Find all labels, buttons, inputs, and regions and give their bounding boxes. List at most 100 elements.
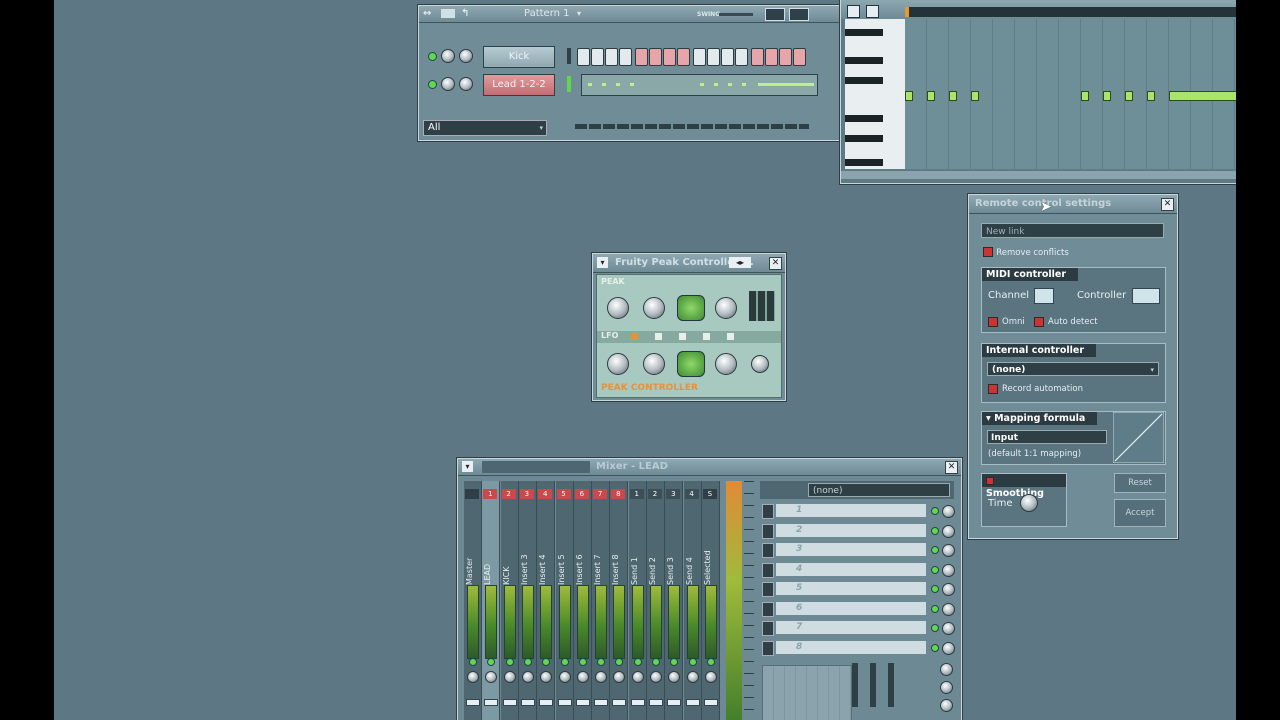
close-icon[interactable]: ✕: [1161, 198, 1174, 211]
volume-fader[interactable]: [466, 699, 480, 706]
track-enable-led[interactable]: [597, 658, 606, 666]
effect-slot[interactable]: 1: [760, 503, 955, 519]
omni-checkbox[interactable]: [988, 317, 998, 327]
mixer-track[interactable]: 4 Send 4: [683, 481, 702, 720]
pan-knob[interactable]: [704, 671, 717, 683]
slot-menu-icon[interactable]: [762, 543, 774, 558]
volume-fader[interactable]: [649, 699, 663, 706]
mixer-track[interactable]: 3 Send 3: [665, 481, 684, 720]
slot-mix-knob[interactable]: [942, 544, 955, 557]
channel-filter-select[interactable]: All ▾: [423, 120, 547, 136]
internal-controller-select[interactable]: (none) ▾: [987, 362, 1159, 376]
channel-button-kick[interactable]: Kick: [483, 46, 555, 68]
eq-slider[interactable]: [888, 663, 894, 707]
lfo-shape-icon[interactable]: [703, 333, 710, 340]
volume-knob[interactable]: [459, 77, 473, 91]
volume-fader[interactable]: [630, 699, 645, 706]
accept-button[interactable]: Accept: [1114, 499, 1166, 527]
step[interactable]: [735, 48, 748, 66]
track-enable-led[interactable]: [706, 658, 715, 666]
tool-icon[interactable]: [866, 5, 879, 18]
step-scroll[interactable]: [575, 124, 809, 129]
close-icon[interactable]: ✕: [769, 257, 782, 270]
channel-rack-titlebar[interactable]: ↔ ↰ Pattern 1 ▾ SWING: [419, 6, 839, 23]
eq-knob[interactable]: [940, 681, 953, 694]
chevron-down-icon[interactable]: ▾: [597, 257, 608, 268]
effect-slot[interactable]: 3: [760, 542, 955, 558]
effect-slot[interactable]: 7: [760, 620, 955, 636]
track-enable-led[interactable]: [560, 658, 569, 666]
pan-knob[interactable]: [631, 671, 644, 683]
channel-field[interactable]: [1034, 288, 1054, 304]
slot-mix-knob[interactable]: [942, 602, 955, 616]
lfo-shape-icon[interactable]: [655, 333, 662, 340]
slot-menu-icon[interactable]: [762, 582, 774, 597]
volume-fader[interactable]: [484, 699, 499, 706]
slot-enable-led[interactable]: [931, 585, 939, 593]
mixer-track[interactable]: 2 Send 2: [647, 481, 665, 720]
timeline-bar[interactable]: [905, 7, 1236, 17]
volume-fader[interactable]: [685, 699, 700, 706]
eq-knob[interactable]: [940, 663, 953, 676]
remove-conflicts-checkbox[interactable]: [983, 247, 993, 257]
pan-knob[interactable]: [595, 671, 608, 683]
mapping-formula-title[interactable]: ▾ Mapping formula: [982, 412, 1098, 425]
mixer-track[interactable]: Master: [464, 481, 482, 720]
track-enable-led[interactable]: [615, 658, 624, 666]
mixer-track[interactable]: 5 Insert 5: [555, 481, 574, 720]
smoothing-checkbox[interactable]: [986, 476, 994, 485]
pan-knob[interactable]: [521, 671, 534, 683]
slot-enable-led[interactable]: [931, 604, 939, 613]
slot-menu-icon[interactable]: [762, 621, 774, 636]
eq-knob[interactable]: [940, 699, 953, 712]
tool-icon[interactable]: [847, 5, 860, 18]
pan-knob[interactable]: [485, 671, 498, 683]
step-mode-icon[interactable]: [789, 8, 809, 21]
volume-fader[interactable]: [520, 699, 535, 706]
slot-enable-led[interactable]: [931, 624, 939, 632]
channel-button-lead[interactable]: Lead 1-2-2: [483, 74, 555, 96]
mixer-track[interactable]: 1 LEAD: [482, 481, 501, 720]
note[interactable]: [949, 91, 957, 101]
eq-panel[interactable]: [762, 665, 852, 720]
swing-slider[interactable]: [719, 13, 753, 16]
slot-mix-knob[interactable]: [942, 583, 955, 596]
note[interactable]: [1169, 91, 1236, 101]
note[interactable]: [1125, 91, 1133, 101]
slot-enable-led[interactable]: [931, 643, 939, 652]
volume-fader[interactable]: [703, 699, 718, 706]
slot-enable-led[interactable]: [931, 526, 939, 535]
mini-piano-roll[interactable]: [581, 74, 818, 96]
track-enable-led[interactable]: [487, 658, 496, 666]
volume-fader[interactable]: [557, 699, 572, 706]
slot-mix-knob[interactable]: [942, 563, 955, 577]
mixer-track[interactable]: 6 Insert 6: [573, 481, 592, 720]
slot-menu-icon[interactable]: [762, 504, 774, 519]
step[interactable]: [577, 48, 590, 66]
note[interactable]: [927, 91, 935, 101]
pan-knob[interactable]: [558, 671, 571, 683]
volume-fader[interactable]: [594, 699, 609, 706]
track-enable-led[interactable]: [523, 658, 532, 666]
effect-slot[interactable]: 6: [760, 601, 955, 617]
mute-toggle[interactable]: [677, 295, 705, 321]
mixer-track[interactable]: 1 Send 1: [628, 481, 647, 720]
arrows-icon[interactable]: ↔: [423, 6, 431, 22]
mixer-track[interactable]: 7 Insert 7: [592, 481, 611, 720]
mixer-view-bar[interactable]: [482, 461, 590, 473]
step[interactable]: [591, 48, 604, 66]
record-automation-checkbox[interactable]: [988, 384, 998, 394]
playhead-marker[interactable]: [905, 7, 909, 17]
note[interactable]: [1081, 91, 1089, 101]
volume-fader[interactable]: [502, 699, 517, 706]
remote-control-titlebar[interactable]: Remote control settings ✕: [969, 195, 1177, 214]
note[interactable]: [971, 91, 979, 101]
pan-knob[interactable]: [503, 671, 516, 683]
step[interactable]: [635, 48, 648, 66]
volume-fader[interactable]: [667, 699, 682, 706]
effect-slot[interactable]: 5: [760, 581, 955, 597]
graph-editor-icon[interactable]: [765, 8, 785, 21]
pan-knob[interactable]: [650, 671, 662, 683]
slot-mix-knob[interactable]: [942, 641, 955, 655]
lfo-shape-icon[interactable]: [679, 333, 686, 340]
